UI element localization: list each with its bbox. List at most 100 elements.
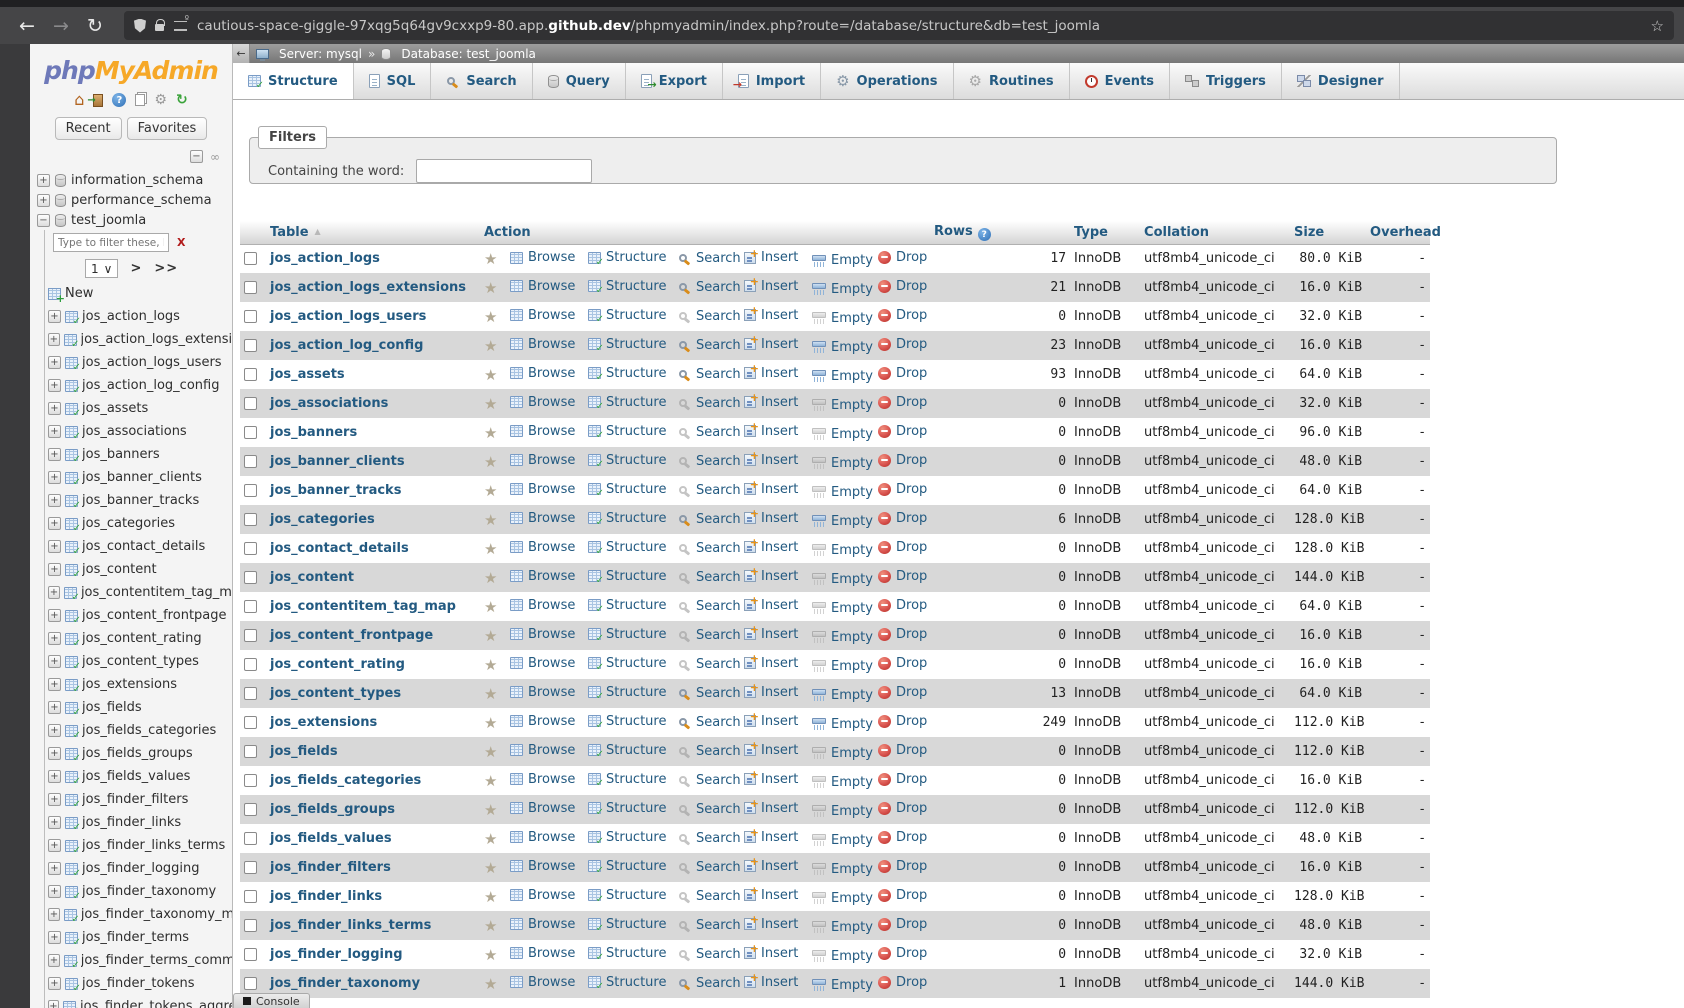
structure-link[interactable]: Structure [588,627,666,642]
favorite-star-icon[interactable]: ★ [484,627,497,645]
favorite-star-icon[interactable]: ★ [484,830,497,848]
search-link[interactable]: Search [678,831,740,846]
row-checkbox[interactable] [244,890,257,903]
row-checkbox[interactable] [244,977,257,990]
table-name-link[interactable]: jos_action_logs [270,251,380,266]
containing-word-input[interactable] [416,159,592,183]
browse-link[interactable]: Browse [510,743,575,758]
row-checkbox[interactable] [244,919,257,932]
insert-link[interactable]: Insert [744,540,798,555]
expander-icon[interactable]: + [48,310,61,323]
empty-link[interactable]: Empty [812,311,873,326]
search-link[interactable]: Search [678,396,740,411]
expander-icon[interactable]: + [48,333,60,346]
browse-link[interactable]: Browse [510,946,575,961]
tree-table-item-jos_extensions[interactable]: +jos_extensions [45,673,232,696]
browse-link[interactable]: Browse [510,395,575,410]
insert-link[interactable]: Insert [744,482,798,497]
search-link[interactable]: Search [678,338,740,353]
empty-link[interactable]: Empty [812,688,873,703]
structure-link[interactable]: Structure [588,569,666,584]
table-name-link[interactable]: jos_action_logs_users [270,309,426,324]
size-column-header[interactable]: Size [1290,221,1366,244]
database-item-performance_schema[interactable]: +performance_schema [30,190,232,210]
recent-tab[interactable]: Recent [55,117,122,140]
browse-link[interactable]: Browse [510,511,575,526]
unlink-databases-icon[interactable]: ∞ [210,150,220,164]
expander-icon[interactable]: + [48,494,61,507]
expander-icon[interactable]: + [48,793,61,806]
tree-table-item-jos_finder_tokens[interactable]: +jos_finder_tokens [45,972,232,995]
table-name-link[interactable]: jos_finder_logging [270,947,403,962]
empty-link[interactable]: Empty [812,949,873,964]
drop-link[interactable]: Drop [878,279,927,294]
structure-link[interactable]: Structure [588,946,666,961]
size-value[interactable]: 48.0 KiB [1290,447,1366,476]
size-value[interactable]: 128.0 KiB [1290,534,1366,563]
empty-link[interactable]: Empty [812,775,873,790]
insert-link[interactable]: Insert [744,424,798,439]
size-value[interactable]: 144.0 KiB [1290,969,1366,998]
tree-table-item-jos_action_logs_extensions[interactable]: +jos_action_logs_extensions [45,328,232,351]
tab-export[interactable]: Export [626,63,723,99]
tree-table-item-jos_finder_filters[interactable]: +jos_finder_filters [45,788,232,811]
browse-link[interactable]: Browse [510,772,575,787]
browse-link[interactable]: Browse [510,540,575,555]
tree-table-item-jos_finder_terms_common[interactable]: +jos_finder_terms_common [45,949,232,972]
structure-link[interactable]: Structure [588,685,666,700]
structure-link[interactable]: Structure [588,859,666,874]
drop-link[interactable]: Drop [878,424,927,439]
structure-link[interactable]: Structure [588,424,666,439]
search-link[interactable]: Search [678,512,740,527]
insert-link[interactable]: Insert [744,279,798,294]
favorite-star-icon[interactable]: ★ [484,685,497,703]
empty-link[interactable]: Empty [812,920,873,935]
tab-query[interactable]: Query [533,63,626,99]
size-value[interactable]: 128.0 KiB [1290,505,1366,534]
browse-link[interactable]: Browse [510,801,575,816]
browse-link[interactable]: Browse [510,250,575,265]
tree-table-item-jos_banner_clients[interactable]: +jos_banner_clients [45,466,232,489]
row-checkbox[interactable] [244,687,257,700]
browse-link[interactable]: Browse [510,917,575,932]
breadcrumb-database[interactable]: Database: test_joomla [401,47,536,61]
tree-table-item-jos_content_rating[interactable]: +jos_content_rating [45,627,232,650]
search-link[interactable]: Search [678,483,740,498]
tree-table-item-jos_banner_tracks[interactable]: +jos_banner_tracks [45,489,232,512]
size-value[interactable]: 32.0 KiB [1290,940,1366,969]
expander-icon[interactable]: + [48,678,61,691]
table-name-link[interactable]: jos_fields [270,744,338,759]
empty-link[interactable]: Empty [812,630,873,645]
empty-link[interactable]: Empty [812,978,873,993]
browser-back-button[interactable]: ← [10,15,44,37]
structure-link[interactable]: Structure [588,511,666,526]
tracking-shield-icon[interactable] [134,19,146,33]
drop-link[interactable]: Drop [878,250,927,265]
tree-table-item-jos_finder_taxonomy[interactable]: +jos_finder_taxonomy [45,880,232,903]
table-name-link[interactable]: jos_action_logs_extensions [270,280,466,295]
tree-table-item-jos_action_log_config[interactable]: +jos_action_log_config [45,374,232,397]
insert-link[interactable]: Insert [744,743,798,758]
structure-link[interactable]: Structure [588,250,666,265]
phpmyadmin-logo[interactable]: phpMyAdmin [30,44,232,89]
empty-link[interactable]: Empty [812,659,873,674]
structure-link[interactable]: Structure [588,598,666,613]
drop-link[interactable]: Drop [878,975,927,990]
row-checkbox[interactable] [244,832,257,845]
favorite-star-icon[interactable]: ★ [484,888,497,906]
table-name-link[interactable]: jos_finder_filters [270,860,391,875]
table-name-link[interactable]: jos_contentitem_tag_map [270,599,456,614]
breadcrumb-server[interactable]: Server: mysql [279,47,362,61]
favorite-star-icon[interactable]: ★ [484,714,497,732]
empty-link[interactable]: Empty [812,456,873,471]
tab-designer[interactable]: Designer [1282,63,1400,99]
tree-table-item-jos_finder_logging[interactable]: +jos_finder_logging [45,857,232,880]
collation-column-header[interactable]: Collation [1140,221,1290,244]
search-link[interactable]: Search [678,947,740,962]
drop-link[interactable]: Drop [878,917,927,932]
drop-link[interactable]: Drop [878,830,927,845]
rows-column-header[interactable]: Rows? [930,221,1070,244]
tree-table-item-jos_content[interactable]: +jos_content [45,558,232,581]
drop-link[interactable]: Drop [878,946,927,961]
search-link[interactable]: Search [678,889,740,904]
